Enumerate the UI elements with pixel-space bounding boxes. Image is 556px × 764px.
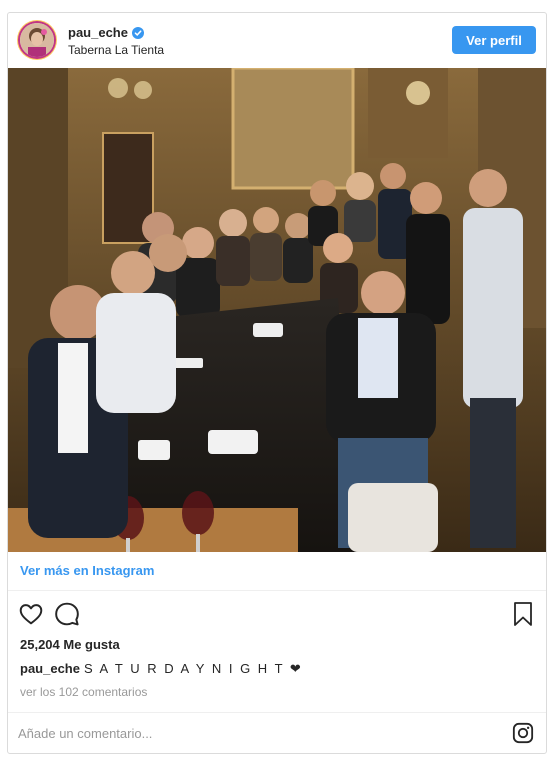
likes-count[interactable]: 25,204 Me gusta (20, 637, 120, 652)
view-profile-button[interactable]: Ver perfil (452, 26, 536, 54)
location-label[interactable]: Taberna La Tienta (68, 43, 164, 57)
bookmark-icon[interactable] (512, 601, 534, 627)
group-photo-image (8, 68, 546, 552)
comment-bar (8, 713, 546, 753)
divider (8, 590, 546, 591)
avatar[interactable] (20, 23, 54, 57)
heart-icon[interactable] (18, 601, 44, 627)
verified-badge-icon (131, 26, 144, 39)
comment-input[interactable] (18, 721, 478, 745)
username-row: pau_eche (68, 25, 144, 40)
view-comments-link[interactable]: ver los 102 comentarios (20, 685, 147, 699)
post-header: pau_eche Taberna La Tienta Ver perfil (8, 13, 546, 68)
action-bar (18, 601, 90, 629)
instagram-embed-card: pau_eche Taberna La Tienta Ver perfil Ve… (7, 12, 547, 754)
post-photo[interactable] (8, 68, 546, 552)
caption: pau_eche S A T U R D A Y N I G H T ❤ (20, 661, 303, 677)
caption-text: S A T U R D A Y N I G H T ❤ (83, 661, 303, 676)
view-more-instagram-link[interactable]: Ver más en Instagram (20, 563, 154, 578)
username[interactable]: pau_eche (68, 25, 128, 40)
avatar-image (20, 23, 54, 57)
caption-username[interactable]: pau_eche (20, 661, 80, 676)
instagram-logo-icon[interactable] (512, 722, 534, 744)
comment-icon[interactable] (54, 601, 80, 627)
